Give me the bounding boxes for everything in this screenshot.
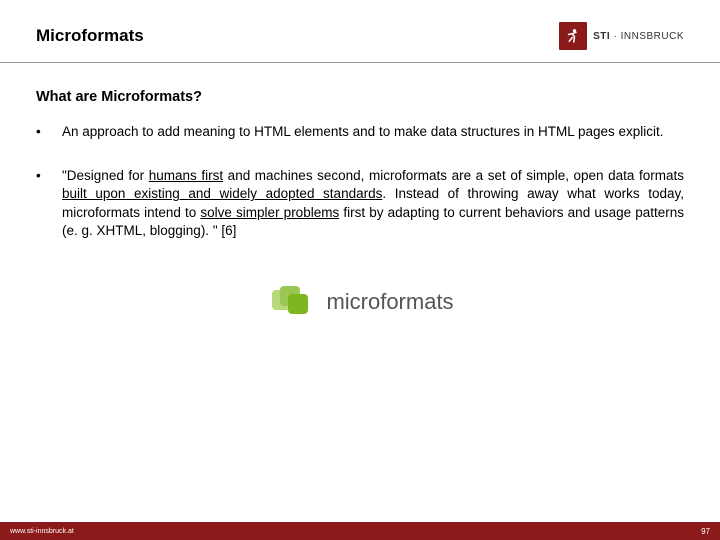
list-item: • An approach to add meaning to HTML ele… [36, 123, 684, 141]
bullet-text: "Designed for humans first and machines … [62, 167, 684, 240]
microformats-logo: microformats [36, 280, 684, 324]
bullet-list: • An approach to add meaning to HTML ele… [36, 123, 684, 240]
text-segment: and machines second, microformats are a … [223, 168, 684, 183]
slide-content: What are Microformats? • An approach to … [0, 63, 720, 324]
underlined-text: humans first [149, 168, 223, 183]
bullet-marker: • [36, 123, 62, 141]
page-number: 97 [701, 527, 710, 536]
microformats-logo-text: microformats [326, 289, 453, 315]
logo-text-bold: STI [593, 31, 610, 42]
list-item: • "Designed for humans first and machine… [36, 167, 684, 240]
logo-text-sep: · [610, 31, 620, 42]
sti-logo-icon [559, 22, 587, 50]
slide-title: Microformats [36, 26, 144, 46]
slide-footer: www.sti-innsbruck.at 97 [0, 522, 720, 540]
sti-logo-text: STI · INNSBRUCK [593, 31, 684, 42]
sti-logo: STI · INNSBRUCK [559, 22, 684, 50]
logo-text-rest: INNSBRUCK [621, 31, 684, 42]
runner-icon [564, 27, 582, 45]
content-subtitle: What are Microformats? [36, 89, 684, 105]
slide: Microformats STI · INNSBRUCK What are Mi… [0, 0, 720, 540]
slide-header: Microformats STI · INNSBRUCK [0, 0, 720, 58]
underlined-text: built upon existing and widely adopted s… [62, 186, 382, 201]
underlined-text: solve simpler problems [200, 205, 339, 220]
text-segment: "Designed for [62, 168, 149, 183]
microformats-icon [266, 280, 314, 324]
bullet-marker: • [36, 167, 62, 240]
footer-url: www.sti-innsbruck.at [10, 528, 74, 535]
bullet-text: An approach to add meaning to HTML eleme… [62, 123, 684, 141]
